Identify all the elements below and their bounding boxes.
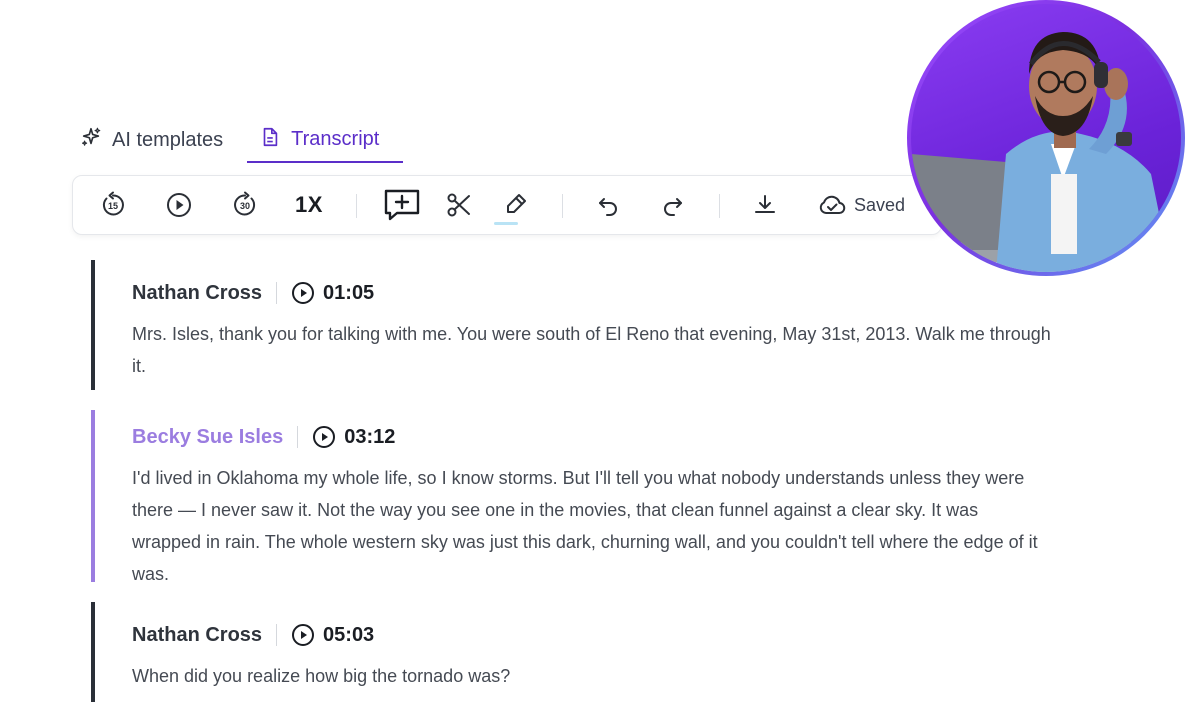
toolbar-divider [562, 194, 563, 218]
redo-icon [664, 198, 682, 216]
transcript-entry: Nathan Cross 05:03 When did you realize … [91, 602, 1052, 702]
undo-button[interactable] [596, 193, 620, 217]
play-icon [167, 193, 191, 217]
cloud-check-icon [819, 195, 846, 214]
svg-text:15: 15 [108, 201, 118, 211]
toolbar-divider [719, 194, 720, 218]
utterance-text[interactable]: When did you realize how big the tornado… [132, 660, 1052, 692]
saved-label: Saved [854, 194, 906, 215]
download-icon [755, 195, 775, 213]
entry-header: Nathan Cross 05:03 [132, 620, 1052, 650]
scissors-icon [447, 193, 470, 217]
download-button[interactable] [752, 192, 778, 218]
highlight-button[interactable] [494, 192, 529, 225]
forward-30-icon: 30 [234, 191, 256, 216]
avatar-photo [911, 4, 1181, 272]
tab-label: AI templates [112, 128, 224, 151]
save-status: Saved [818, 194, 905, 216]
tab-bar: AI templates Transcript [78, 118, 404, 164]
header-divider [276, 624, 278, 646]
speaker-name[interactable]: Nathan Cross [132, 624, 262, 647]
tab-label: Transcript [291, 128, 380, 150]
play-button[interactable] [165, 191, 193, 219]
play-icon [292, 282, 315, 304]
editor-toolbar: 15 30 1X Saved [72, 175, 942, 235]
utterance-text[interactable]: I'd lived in Oklahoma my whole life, so … [132, 462, 1052, 590]
rewind-15-icon: 15 [102, 191, 124, 216]
timestamp-play-button[interactable]: 05:03 [291, 623, 374, 647]
entry-header: Nathan Cross 01:05 [132, 278, 1052, 308]
document-icon [259, 126, 281, 154]
highlight-color-swatch [494, 222, 518, 225]
transcript-entry: Nathan Cross 01:05 Mrs. Isles, thank you… [91, 260, 1052, 390]
playback-speed-button[interactable]: 1X [295, 192, 323, 218]
speaker-name[interactable]: Becky Sue Isles [132, 426, 283, 449]
person-with-headphones-illustration [911, 32, 1181, 272]
transcript-entry-selected: Becky Sue Isles 03:12 I'd lived in Oklah… [91, 410, 1052, 584]
tab-transcript[interactable]: Transcript [247, 118, 404, 163]
toolbar-divider [356, 194, 357, 218]
cut-button[interactable] [445, 191, 473, 219]
speaker-name[interactable]: Nathan Cross [132, 282, 262, 305]
header-divider [297, 426, 299, 448]
sparkle-icon [80, 126, 102, 154]
tab-ai-templates[interactable]: AI templates [78, 118, 233, 162]
timestamp-play-button[interactable]: 01:05 [291, 281, 374, 305]
highlighter-icon [507, 194, 526, 213]
forward-30-button[interactable]: 30 [231, 191, 259, 219]
add-comment-button[interactable] [383, 188, 421, 222]
timestamp: 03:12 [344, 425, 396, 448]
play-icon [313, 426, 336, 448]
entry-header: Becky Sue Isles 03:12 [132, 422, 1052, 452]
redo-button[interactable] [661, 193, 685, 217]
undo-icon [599, 198, 617, 216]
avatar [907, 0, 1185, 276]
svg-text:30: 30 [240, 201, 250, 211]
timestamp: 01:05 [323, 281, 375, 304]
add-comment-icon [384, 189, 420, 221]
rewind-15-button[interactable]: 15 [99, 191, 127, 219]
timestamp: 05:03 [323, 623, 375, 646]
play-icon [292, 624, 315, 646]
utterance-text[interactable]: Mrs. Isles, thank you for talking with m… [132, 318, 1052, 382]
timestamp-play-button[interactable]: 03:12 [312, 425, 395, 449]
header-divider [276, 282, 278, 304]
